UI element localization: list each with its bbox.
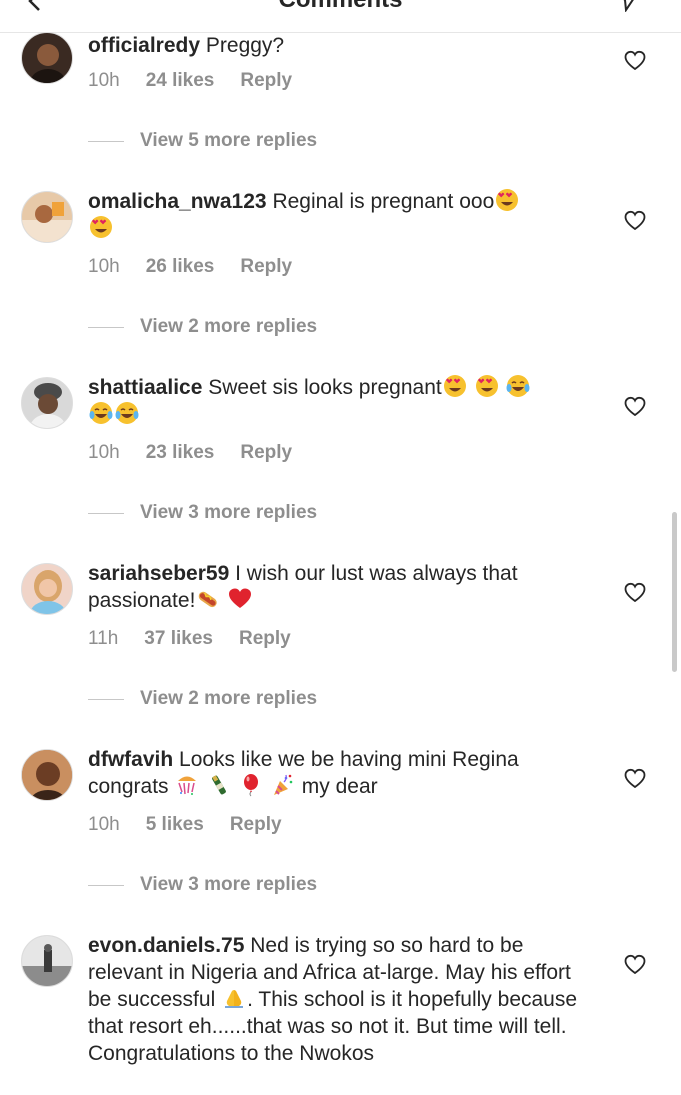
comment-text: sariahseber59 I wish our lust was always… — [88, 560, 598, 614]
page-title: Comments — [0, 0, 681, 14]
comment-username[interactable]: sariahseber59 — [88, 562, 229, 585]
comment-meta: 10h 23 likes Reply — [88, 442, 318, 464]
tears-of-joy-emoji-icon — [115, 401, 139, 425]
heart-eyes-emoji-icon — [496, 189, 519, 211]
reply-button[interactable]: Reply — [240, 256, 292, 277]
reply-button[interactable]: Reply — [240, 70, 292, 91]
comment-username[interactable]: shattiaalice — [88, 376, 202, 399]
champagne-emoji-icon — [211, 774, 227, 796]
heart-outline-icon[interactable] — [624, 210, 646, 230]
view-more-replies[interactable]: View 3 more replies — [88, 874, 317, 896]
comment-text: shattiaalice Sweet sis looks pregnant — [88, 374, 598, 428]
confetti-ball-emoji-icon — [177, 775, 198, 796]
comment-meta: 11h 37 likes Reply — [88, 628, 317, 650]
reply-button[interactable]: Reply — [239, 628, 291, 649]
comment-text: officialredy Preggy? — [88, 32, 598, 59]
comment-likes[interactable]: 26 likes — [146, 256, 215, 277]
reply-button[interactable]: Reply — [230, 814, 282, 835]
heart-eyes-emoji-icon — [90, 216, 112, 238]
view-more-replies[interactable]: View 2 more replies — [88, 688, 317, 710]
view-replies-label[interactable]: View 3 more replies — [140, 502, 317, 524]
comment-meta: 10h 24 likes Reply — [88, 70, 318, 92]
divider — [88, 698, 124, 700]
avatar[interactable] — [21, 935, 73, 987]
comments-header: Comments — [0, 0, 681, 33]
comment-likes[interactable]: 23 likes — [146, 442, 215, 463]
view-more-replies[interactable]: View 5 more replies — [88, 130, 317, 152]
divider — [88, 512, 124, 514]
tears-of-joy-emoji-icon — [506, 374, 531, 398]
comment-time: 10h — [88, 442, 120, 463]
comment-likes[interactable]: 5 likes — [146, 814, 204, 835]
comment-meta: 10h 5 likes Reply — [88, 814, 308, 836]
comment-likes[interactable]: 37 likes — [144, 628, 213, 649]
comment-username[interactable]: officialredy — [88, 34, 200, 57]
view-replies-label[interactable]: View 5 more replies — [140, 130, 317, 152]
avatar[interactable] — [21, 563, 73, 615]
comment-body: Reginal is pregnant ooo — [272, 190, 495, 213]
comment-text: evon.daniels.75 Ned is trying so so hard… — [88, 932, 588, 1067]
heart-eyes-emoji-icon — [443, 375, 466, 397]
view-replies-label[interactable]: View 2 more replies — [140, 688, 317, 710]
divider — [88, 884, 124, 886]
folded-hands-emoji-icon — [224, 989, 245, 1009]
avatar[interactable] — [21, 749, 73, 801]
comment-body: Preggy? — [205, 34, 285, 57]
view-replies-label[interactable]: View 2 more replies — [140, 316, 317, 338]
comment-time: 10h — [88, 256, 120, 277]
view-more-replies[interactable]: View 2 more replies — [88, 316, 317, 338]
comment-body-suffix: my dear — [301, 775, 378, 798]
avatar[interactable] — [21, 377, 73, 429]
red-heart-emoji-icon — [229, 588, 252, 608]
comment-time: 11h — [88, 628, 119, 649]
heart-eyes-emoji-icon — [475, 375, 498, 397]
party-popper-emoji-icon — [272, 773, 294, 796]
heart-outline-icon[interactable] — [624, 768, 646, 788]
heart-outline-icon[interactable] — [624, 50, 646, 70]
comment-likes[interactable]: 24 likes — [146, 70, 215, 91]
heart-outline-icon[interactable] — [624, 396, 646, 416]
comment-text: dfwfavih Looks like we be having mini Re… — [88, 746, 598, 800]
avatar[interactable] — [21, 191, 73, 243]
comment-time: 10h — [88, 814, 120, 835]
comment-username[interactable]: evon.daniels.75 — [88, 934, 244, 957]
send-icon[interactable] — [614, 0, 640, 12]
heart-outline-icon[interactable] — [624, 582, 646, 602]
balloon-emoji-icon — [243, 773, 259, 797]
heart-outline-icon[interactable] — [624, 954, 646, 974]
divider — [88, 140, 124, 142]
reply-button[interactable]: Reply — [240, 442, 292, 463]
comment-meta: 10h 26 likes Reply — [88, 256, 318, 278]
scrollbar[interactable] — [672, 512, 677, 672]
hot-dog-emoji-icon — [196, 589, 220, 610]
view-replies-label[interactable]: View 3 more replies — [140, 874, 317, 896]
comment-text: omalicha_nwa123 Reginal is pregnant ooo — [88, 188, 598, 242]
avatar[interactable] — [21, 32, 73, 84]
view-more-replies[interactable]: View 3 more replies — [88, 502, 317, 524]
tears-of-joy-emoji-icon — [89, 401, 113, 425]
comment-username[interactable]: omalicha_nwa123 — [88, 190, 267, 213]
comment-username[interactable]: dfwfavih — [88, 748, 173, 771]
comment-body: Sweet sis looks pregnant — [208, 376, 442, 399]
divider — [88, 326, 124, 328]
comment-time: 10h — [88, 70, 120, 91]
